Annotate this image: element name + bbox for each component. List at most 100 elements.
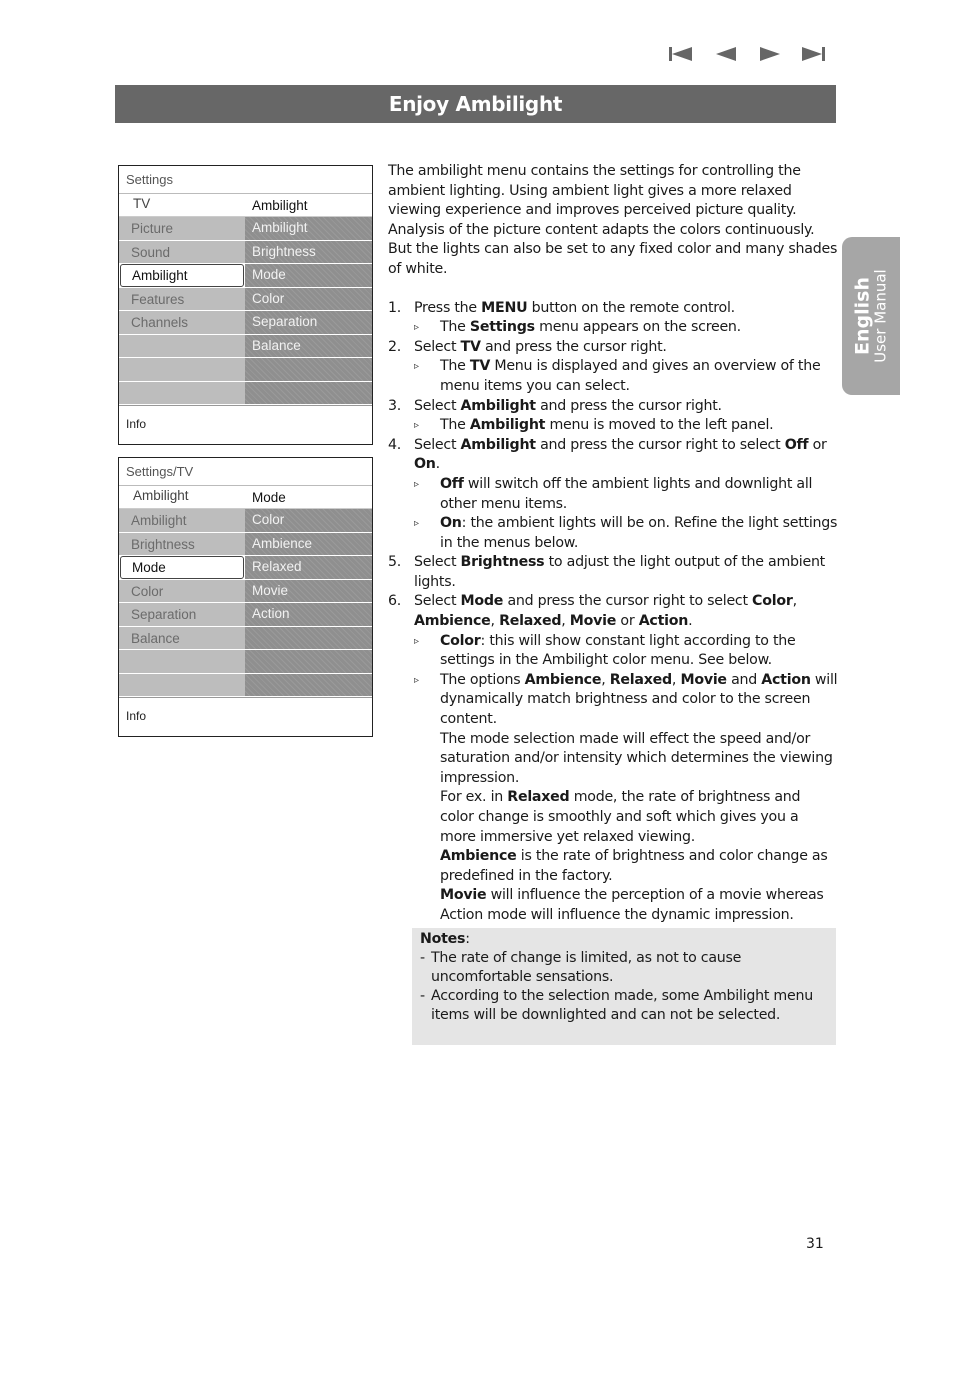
right-panel-title: Ambilight — [252, 198, 308, 213]
menu-row: Features Color — [119, 287, 372, 311]
relaxed-explanation: For ex. in Relaxed mode, the rate of bri… — [440, 789, 801, 845]
note-item: - According to the selection made, some A… — [420, 988, 813, 1023]
settings-menu-screenshot: Settings TV Ambilight Picture Ambilight S… — [118, 165, 373, 445]
menu-item[interactable]: Features — [119, 287, 245, 310]
menu-item[interactable]: Brightness — [119, 532, 245, 555]
menu-item[interactable]: Picture — [119, 217, 245, 240]
menu-row: Separation Action — [119, 603, 372, 627]
menu-item[interactable]: Sound — [119, 240, 245, 263]
result-marker-icon: ▹ — [414, 635, 419, 647]
menu-row — [119, 358, 372, 382]
menu-item-empty — [119, 650, 245, 673]
submenu-item-empty — [245, 673, 372, 696]
submenu-item-empty — [245, 650, 372, 673]
menu-item-empty — [119, 334, 245, 357]
instructions: The ambilight menu contains the settings… — [388, 162, 838, 926]
menu-row: Channels Separation — [119, 311, 372, 335]
submenu-item[interactable]: Color — [245, 287, 372, 310]
previous-page-button[interactable] — [714, 44, 740, 64]
result-marker-icon: ▹ — [414, 361, 419, 373]
menu-subheader: Ambilight Mode — [119, 486, 372, 509]
first-page-button[interactable] — [668, 44, 694, 64]
notes-box: Notes: - The rate of change is limited, a… — [412, 928, 836, 1045]
menu-item[interactable]: Separation — [119, 603, 245, 626]
step-2: 2. Select TV and press the cursor right. — [388, 338, 667, 355]
step-6: 6. Select Mode and press the cursor right… — [388, 593, 797, 630]
menu-row: Picture Ambilight — [119, 217, 372, 241]
step-1-result: ▹ The Settings menu appears on the screen… — [414, 318, 838, 338]
step-6-result-color: ▹ Color: this will show constant light ac… — [414, 632, 796, 669]
result-marker-icon: ▹ — [414, 674, 419, 686]
last-page-button[interactable] — [800, 44, 826, 64]
result-marker-icon: ▹ — [414, 420, 419, 432]
first-page-icon — [669, 47, 692, 61]
submenu-item[interactable]: Action — [245, 603, 372, 626]
menu-row — [119, 673, 372, 697]
menu-row: Mode Relaxed — [119, 556, 372, 580]
menu-item-empty — [119, 381, 245, 404]
menu-row — [119, 381, 372, 405]
page-navigation — [668, 44, 830, 66]
menu-rows: Picture Ambilight Sound Brightness Ambilig… — [119, 217, 372, 405]
menu-item[interactable]: Color — [119, 579, 245, 602]
result-marker-icon: ▹ — [414, 478, 419, 490]
ambience-explanation: Ambience is the rate of brightness and c… — [440, 848, 828, 884]
step-3: 3. Select Ambilight and press the cursor … — [388, 397, 722, 414]
step-1: 1. Press the MENU button on the remote co… — [388, 299, 735, 316]
menu-row: Ambilight Color — [119, 509, 372, 533]
menu-row: Color Movie — [119, 579, 372, 603]
menu-item-empty — [119, 358, 245, 381]
menu-item-selected[interactable]: Mode — [120, 556, 244, 579]
mode-explanation: The mode selection made will effect the … — [440, 730, 833, 786]
menu-row — [119, 650, 372, 674]
submenu-item[interactable]: Mode — [245, 264, 372, 287]
menu-row: Sound Brightness — [119, 240, 372, 264]
menu-row: Ambilight Mode — [119, 264, 372, 288]
language-tab: English User Manual — [842, 237, 900, 395]
page-title: Enjoy Ambilight — [115, 85, 836, 123]
right-panel-title: Mode — [252, 490, 286, 505]
notes-title: Notes: — [420, 931, 470, 947]
submenu-item[interactable]: Movie — [245, 579, 372, 602]
page-number: 31 — [806, 1236, 824, 1252]
submenu-item[interactable]: Ambilight — [245, 217, 372, 240]
result-marker-icon: ▹ — [414, 322, 419, 334]
step-4-result-on: ▹ On: the ambient lights will be on. Refi… — [414, 515, 838, 551]
menu-row: Brightness Ambience — [119, 532, 372, 556]
menu-item-selected[interactable]: Ambilight — [120, 264, 244, 287]
menu-item-empty — [119, 673, 245, 696]
menu-row: Balance — [119, 334, 372, 358]
left-panel-title: Ambilight — [133, 488, 189, 503]
previous-page-icon — [716, 47, 736, 61]
menu-rows: Ambilight Color Brightness Ambience Mode Re… — [119, 509, 372, 697]
left-panel-title: TV — [133, 196, 151, 211]
menu-info-bar: Info — [119, 697, 372, 736]
step-4-result-off: ▹ Off will switch off the ambient lights … — [414, 475, 813, 512]
ambilight-mode-menu-screenshot: Settings/TV Ambilight Mode Ambilight Colo… — [118, 457, 373, 737]
submenu-item[interactable]: Separation — [245, 311, 372, 334]
menu-header: Settings — [119, 166, 372, 194]
submenu-item[interactable]: Brightness — [245, 240, 372, 263]
language-label: English — [851, 277, 874, 355]
note-item: - The rate of change is limited, as not t… — [420, 950, 742, 985]
step-3-result: ▹ The Ambilight menu is moved to the left… — [414, 416, 838, 436]
submenu-item[interactable]: Ambience — [245, 532, 372, 555]
last-page-icon — [802, 47, 825, 61]
menu-header: Settings/TV — [119, 458, 372, 486]
step-4: 4. Select Ambilight and press the cursor … — [388, 436, 827, 473]
menu-item[interactable]: Balance — [119, 626, 245, 649]
step-6-result-options: ▹ The options Ambience, Relaxed, Movie an… — [414, 671, 838, 728]
menu-item[interactable]: Channels — [119, 311, 245, 334]
menu-item[interactable]: Ambilight — [119, 509, 245, 532]
next-page-icon — [760, 47, 780, 61]
step-2-result: ▹ The TV Menu is displayed and gives an o… — [414, 358, 821, 394]
submenu-item[interactable]: Color — [245, 509, 372, 532]
submenu-item[interactable]: Relaxed — [245, 556, 372, 579]
submenu-item[interactable]: Balance — [245, 334, 372, 357]
menu-subheader: TV Ambilight — [119, 194, 372, 217]
menu-row: Balance — [119, 626, 372, 650]
next-page-button[interactable] — [756, 44, 782, 64]
submenu-item-empty — [245, 358, 372, 381]
step-5: 5. Select Brightness to adjust the light … — [388, 554, 825, 590]
manual-label: User Manual — [871, 269, 890, 363]
